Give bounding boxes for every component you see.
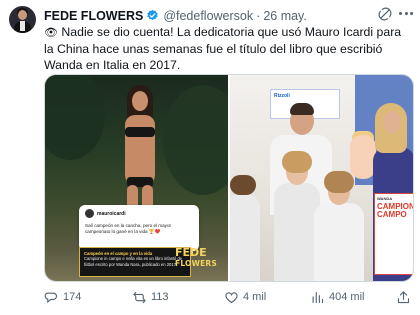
share-button[interactable] (396, 289, 411, 305)
heart-icon (225, 291, 238, 303)
foliage (45, 75, 105, 160)
book-description: Campione in campo e nella vita es un lib… (84, 256, 182, 267)
post-date[interactable]: 26 may. (263, 9, 307, 23)
grok-icon[interactable] (378, 7, 392, 21)
action-bar: 174 113 4 mil 404 mil (44, 289, 414, 305)
instagram-post-card: mauroicardi Salí campeón en la cancha, p… (79, 205, 199, 251)
kid-figure (314, 203, 364, 281)
kid-hair (282, 151, 312, 173)
verified-badge-icon (147, 9, 158, 21)
views-chart-icon (312, 291, 324, 303)
woman-face (383, 111, 401, 133)
like-button[interactable]: 4 mil (224, 289, 266, 305)
avatar-shirt (20, 21, 25, 31)
avatar-face (18, 10, 27, 20)
eyes-emoji: 👁 (44, 26, 58, 39)
author-handle[interactable]: @fedeflowersok (163, 9, 253, 23)
kid-figure (230, 195, 260, 281)
reply-button[interactable]: 174 (44, 289, 81, 305)
store-sign-text: Rizzoli (274, 93, 290, 99)
more-options-icon[interactable] (399, 12, 413, 16)
avatar[interactable] (9, 6, 36, 33)
tweet-body: Nadie se dio cuenta! La dedicatoria que … (44, 25, 402, 72)
brand-line-1: FEDE (175, 246, 207, 259)
kid-hair (230, 175, 256, 195)
media-image-right[interactable]: Rizzoli WANDA CAMPIONE CAMPO (230, 75, 413, 281)
reply-icon (44, 292, 58, 303)
views-count: 404 mil (329, 291, 365, 303)
book-cover-title: CAMPIONE CAMPO (377, 202, 413, 219)
media-image-left[interactable]: mauroicardi Salí campeón en la cancha, p… (45, 75, 228, 281)
instagram-username: mauroicardi (97, 210, 126, 217)
instagram-caption: Salí campeón en la cancha, pero el mayor… (85, 223, 172, 234)
instagram-avatar (85, 209, 94, 218)
views-button[interactable]: 404 mil (310, 289, 364, 305)
like-count: 4 mil (243, 291, 267, 303)
tweet-header: FEDE FLOWERS @fedeflowersok · 26 may. (44, 8, 307, 23)
tweet-text: 👁 Nadie se dio cuenta! La dedicatoria qu… (44, 24, 414, 73)
media-grid[interactable]: mauroicardi Salí campeón en la cancha, p… (44, 74, 414, 282)
brand-line-2: FLOWERS (175, 259, 217, 268)
man-hair (290, 103, 314, 115)
repost-count: 113 (151, 291, 169, 303)
foliage (163, 85, 228, 195)
share-icon (397, 290, 410, 303)
author-name[interactable]: FEDE FLOWERS (44, 9, 143, 23)
reply-count: 174 (63, 291, 82, 303)
header-separator: · (256, 8, 261, 23)
repost-icon (133, 291, 146, 303)
repost-button[interactable]: 113 (132, 289, 169, 305)
brand-watermark: FEDE FLOWERS (175, 247, 221, 275)
book-cover: WANDA CAMPIONE CAMPO (374, 193, 413, 275)
kid-hair (324, 171, 354, 193)
book-cover-author: WANDA (377, 196, 393, 201)
